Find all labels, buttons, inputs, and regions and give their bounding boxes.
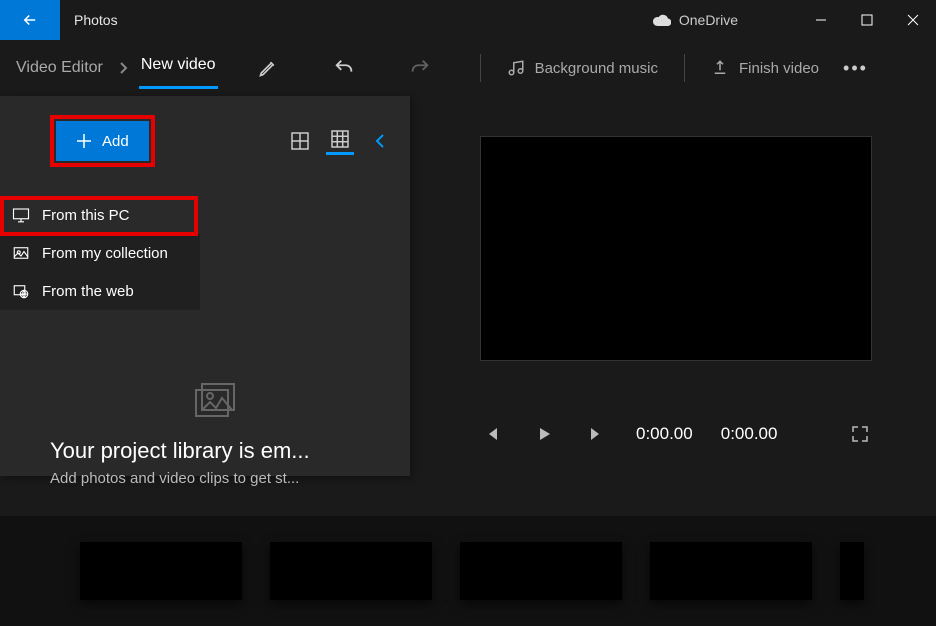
- empty-subtitle: Add photos and video clips to get st...: [50, 470, 390, 487]
- arrow-left-icon: [21, 11, 39, 29]
- panel-header: Add: [0, 96, 410, 186]
- back-button[interactable]: [0, 0, 60, 40]
- breadcrumb-root[interactable]: Video Editor: [10, 51, 109, 85]
- library-empty-state: Your project library is em... Add photos…: [50, 376, 390, 487]
- minimize-button[interactable]: [798, 0, 844, 40]
- menu-label-collection: From my collection: [42, 245, 168, 262]
- video-preview[interactable]: [480, 136, 872, 361]
- maximize-button[interactable]: [844, 0, 890, 40]
- web-icon: [12, 282, 30, 300]
- maximize-icon: [861, 14, 873, 26]
- view-toggle: [286, 127, 386, 155]
- menu-item-from-collection[interactable]: From my collection: [0, 234, 200, 272]
- storyboard-slot[interactable]: [80, 542, 242, 600]
- current-time: 0:00.00: [636, 424, 693, 444]
- grid-small-icon: [331, 130, 349, 148]
- more-button[interactable]: •••: [837, 58, 882, 79]
- fullscreen-icon: [851, 425, 869, 443]
- finish-video-button[interactable]: Finish video: [697, 44, 833, 92]
- collection-icon: [12, 244, 30, 262]
- window-controls: [798, 0, 936, 40]
- total-time: 0:00.00: [721, 424, 778, 444]
- add-source-menu: From this PC From my collection From the…: [0, 196, 200, 310]
- play-icon: [535, 425, 553, 443]
- menu-item-from-web[interactable]: From the web: [0, 272, 200, 310]
- toolbar-separator-2: [684, 54, 685, 82]
- ellipsis-icon: •••: [843, 58, 868, 78]
- pc-icon: [12, 206, 30, 224]
- storyboard[interactable]: [0, 516, 936, 626]
- finish-label: Finish video: [739, 60, 819, 77]
- storyboard-slot[interactable]: [650, 542, 812, 600]
- close-icon: [907, 14, 919, 26]
- plus-icon: [76, 133, 92, 149]
- rename-button[interactable]: [244, 44, 292, 92]
- next-frame-button[interactable]: [584, 422, 608, 446]
- menu-label-web: From the web: [42, 283, 134, 300]
- chevron-left-icon: [374, 132, 386, 150]
- step-forward-icon: [587, 425, 605, 443]
- empty-title: Your project library is em...: [50, 438, 390, 464]
- undo-button[interactable]: [320, 44, 368, 92]
- main-toolbar: Video Editor New video Background music …: [0, 40, 936, 96]
- onedrive-label: OneDrive: [679, 12, 738, 28]
- minimize-icon: [815, 14, 827, 26]
- menu-item-from-pc[interactable]: From this PC: [0, 196, 200, 234]
- app-title: Photos: [74, 12, 118, 28]
- background-music-button[interactable]: Background music: [493, 44, 672, 92]
- close-button[interactable]: [890, 0, 936, 40]
- play-button[interactable]: [532, 422, 556, 446]
- bg-music-label: Background music: [535, 60, 658, 77]
- pencil-icon: [258, 58, 278, 78]
- step-back-icon: [483, 425, 501, 443]
- view-large-button[interactable]: [286, 127, 314, 155]
- add-button[interactable]: Add: [56, 121, 149, 161]
- storyboard-slot[interactable]: [460, 542, 622, 600]
- prev-frame-button[interactable]: [480, 422, 504, 446]
- redo-icon: [409, 57, 431, 79]
- fullscreen-button[interactable]: [848, 422, 872, 446]
- collapse-button[interactable]: [374, 132, 386, 150]
- cloud-icon: [653, 14, 671, 26]
- grid-large-icon: [291, 132, 309, 150]
- toolbar-separator: [480, 54, 481, 82]
- music-icon: [507, 59, 525, 77]
- highlight-box-add: Add: [50, 115, 155, 167]
- storyboard-slot[interactable]: [840, 542, 864, 600]
- window-titlebar: Photos OneDrive: [0, 0, 936, 40]
- onedrive-status[interactable]: OneDrive: [653, 12, 738, 28]
- view-small-button[interactable]: [326, 127, 354, 155]
- redo-button[interactable]: [396, 44, 444, 92]
- placeholder-image-icon: [190, 376, 390, 424]
- playback-controls: 0:00.00 0:00.00: [480, 422, 872, 446]
- undo-icon: [333, 57, 355, 79]
- chevron-right-icon: [113, 61, 135, 75]
- add-label: Add: [102, 133, 129, 150]
- menu-label-pc: From this PC: [42, 207, 130, 224]
- storyboard-slot[interactable]: [270, 542, 432, 600]
- export-icon: [711, 59, 729, 77]
- breadcrumb-current[interactable]: New video: [139, 48, 218, 89]
